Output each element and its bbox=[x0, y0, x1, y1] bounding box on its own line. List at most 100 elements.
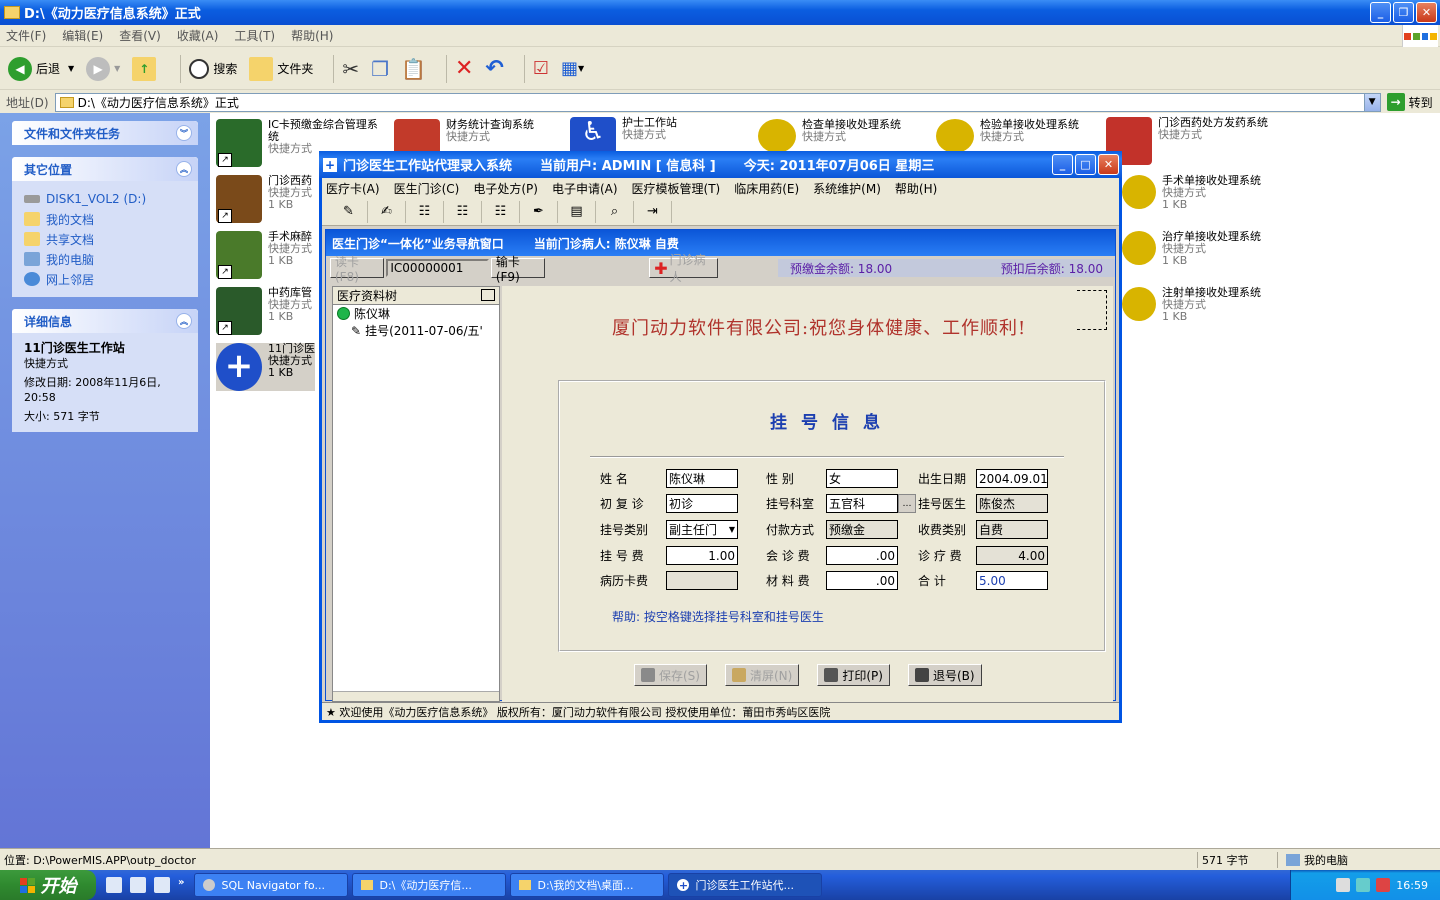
app-menu-request[interactable]: 电子申请(A) bbox=[552, 180, 618, 197]
chevron-right-icon[interactable]: » bbox=[178, 877, 184, 893]
go-button[interactable]: → 转到 bbox=[1386, 93, 1433, 111]
details-header[interactable]: 详细信息 ︽ bbox=[12, 309, 198, 333]
task-doctor-station[interactable]: + 门诊医生工作站代... bbox=[668, 873, 823, 897]
card-tool-icon[interactable]: ✍ bbox=[368, 200, 406, 223]
visit-type-field[interactable]: 初诊 bbox=[666, 494, 738, 513]
file-item[interactable]: ↗ 门诊西药处方发药系统快捷方式 bbox=[1106, 117, 1270, 165]
chevron-up-icon[interactable]: ︽ bbox=[176, 161, 192, 177]
print-button[interactable]: 打印(P) bbox=[817, 664, 890, 686]
doctor-field[interactable]: 陈俊杰 bbox=[976, 494, 1048, 513]
registration-fee-field[interactable]: 1.00 bbox=[666, 546, 738, 565]
place-my-computer[interactable]: 我的电脑 bbox=[24, 249, 186, 269]
place-network[interactable]: 网上邻居 bbox=[24, 269, 186, 289]
record-card-fee-field[interactable] bbox=[666, 571, 738, 590]
app-close-button[interactable]: ✕ bbox=[1098, 154, 1119, 175]
forward-button[interactable]: ▶ ▼ bbox=[86, 56, 120, 81]
dob-field[interactable]: 2004.09.01 bbox=[976, 469, 1048, 488]
file-item[interactable]: 检验单接收处理系统 快捷方式 bbox=[936, 119, 1079, 153]
app-menu-maintenance[interactable]: 系统维护(M) bbox=[813, 180, 881, 197]
task-sql-navigator[interactable]: SQL Navigator fo... bbox=[194, 873, 349, 897]
paste-button[interactable]: 📋 bbox=[401, 57, 426, 81]
exit-tool-icon[interactable]: ⇥ bbox=[634, 200, 672, 223]
save-button[interactable]: 保存(S) bbox=[634, 664, 707, 686]
file-item[interactable]: 检查单接收处理系统 快捷方式 bbox=[758, 119, 901, 153]
place-shared-documents[interactable]: 共享文档 bbox=[24, 229, 186, 249]
restore-button[interactable]: ❐ bbox=[1393, 2, 1414, 23]
desktop-icon[interactable] bbox=[106, 877, 122, 893]
diagnosis-fee-field[interactable]: 4.00 bbox=[976, 546, 1048, 565]
app-maximize-button[interactable]: □ bbox=[1075, 154, 1096, 175]
app-menu-template[interactable]: 医疗模板管理(T) bbox=[632, 180, 721, 197]
app-menu-prescription[interactable]: 电子处方(P) bbox=[473, 180, 538, 197]
tree-node-patient[interactable]: 陈仪琳 bbox=[333, 305, 499, 322]
list-tool-icon[interactable]: ☷ bbox=[482, 200, 520, 223]
menu-help[interactable]: 帮助(H) bbox=[291, 27, 333, 44]
file-item[interactable]: 手术单接收处理系统 快捷方式 1 KB bbox=[1122, 175, 1261, 211]
material-fee-field[interactable]: .00 bbox=[826, 571, 898, 590]
app-minimize-button[interactable]: _ bbox=[1052, 154, 1073, 175]
undo-button[interactable]: ↶ bbox=[485, 56, 503, 81]
network-icon[interactable] bbox=[1356, 878, 1371, 892]
app-menu-clinic[interactable]: 医生门诊(C) bbox=[394, 180, 460, 197]
ellipsis-button[interactable]: … bbox=[898, 494, 916, 513]
file-item[interactable]: ↗ 手术麻醉 快捷方式 1 KB bbox=[216, 231, 312, 279]
chevron-up-icon[interactable]: ︽ bbox=[176, 313, 192, 329]
file-item[interactable]: 注射单接收处理系统 快捷方式 1 KB bbox=[1122, 287, 1261, 323]
building-tool-icon[interactable]: ▤ bbox=[558, 200, 596, 223]
clinic-patient-button[interactable]: ✚ 门诊病人 bbox=[649, 253, 718, 284]
notepad-icon[interactable] bbox=[154, 877, 170, 893]
consultation-fee-field[interactable]: .00 bbox=[826, 546, 898, 565]
department-field[interactable]: 五官科 bbox=[826, 494, 898, 513]
menu-file[interactable]: 文件(F) bbox=[6, 27, 46, 44]
app-menu-help[interactable]: 帮助(H) bbox=[895, 180, 937, 197]
views-button[interactable]: ▦ ▼ bbox=[561, 58, 584, 79]
list-tool-icon[interactable]: ☷ bbox=[406, 200, 444, 223]
keyboard-icon[interactable] bbox=[1336, 878, 1351, 892]
minimize-button[interactable]: _ bbox=[1370, 2, 1391, 23]
copy-button[interactable]: ❐ bbox=[371, 57, 389, 81]
maximize-icon[interactable] bbox=[481, 289, 495, 301]
task-explorer-1[interactable]: D:\《动力医疗信... bbox=[352, 873, 507, 897]
pen-tool-icon[interactable]: ✒ bbox=[520, 200, 558, 223]
menu-edit[interactable]: 编辑(E) bbox=[62, 27, 103, 44]
read-card-button[interactable]: 读卡(F8) bbox=[330, 255, 385, 284]
folders-button[interactable]: 文件夹 bbox=[249, 56, 313, 81]
total-field[interactable]: 5.00 bbox=[976, 571, 1048, 590]
input-card-button[interactable]: 输卡(F9) bbox=[490, 255, 546, 284]
menu-tools[interactable]: 工具(T) bbox=[234, 27, 275, 44]
search-tool-icon[interactable]: ⌕ bbox=[596, 200, 634, 223]
clock[interactable]: 16:59 bbox=[1396, 879, 1428, 892]
shield-icon[interactable] bbox=[1376, 878, 1391, 892]
register-tool-icon[interactable]: ✎ bbox=[330, 200, 368, 223]
list-tool-icon[interactable]: ☷ bbox=[444, 200, 482, 223]
tree-horizontal-scrollbar[interactable] bbox=[333, 691, 499, 701]
menu-favorites[interactable]: 收藏(A) bbox=[177, 27, 219, 44]
refund-button[interactable]: 退号(B) bbox=[907, 664, 982, 686]
card-number-field[interactable]: IC00000001 bbox=[386, 259, 489, 277]
file-item-selected[interactable]: + 11门诊医 快捷方式 1 KB bbox=[216, 343, 315, 391]
name-field[interactable]: 陈仪琳 bbox=[666, 469, 738, 488]
registration-type-select[interactable]: 副主任门 ▼ bbox=[666, 520, 738, 539]
other-places-header[interactable]: 其它位置 ︽ bbox=[12, 157, 198, 181]
menu-view[interactable]: 查看(V) bbox=[119, 27, 161, 44]
payment-method-field[interactable]: 预缴金 bbox=[826, 520, 898, 539]
place-drive-d[interactable]: DISK1_VOL2 (D:) bbox=[24, 189, 186, 209]
sex-field[interactable]: 女 bbox=[826, 469, 898, 488]
ie-icon[interactable] bbox=[130, 877, 146, 893]
tree-node-registration[interactable]: ✎ 挂号(2011-07-06/五' bbox=[333, 322, 499, 339]
file-tasks-header[interactable]: 文件和文件夹任务 ︾ bbox=[12, 121, 198, 145]
file-item[interactable]: 治疗单接收处理系统 快捷方式 1 KB bbox=[1122, 231, 1261, 267]
cut-button[interactable]: ✂ bbox=[342, 57, 359, 81]
close-button[interactable]: ✕ bbox=[1416, 2, 1437, 23]
address-dropdown-icon[interactable]: ▼ bbox=[1363, 93, 1380, 111]
back-button[interactable]: ◀ 后退 ▼ bbox=[8, 56, 74, 81]
start-button[interactable]: 开始 bbox=[0, 870, 96, 900]
file-item[interactable]: ↗ 中药库管 快捷方式 1 KB bbox=[216, 287, 312, 335]
up-folder-button[interactable]: ↑ bbox=[132, 56, 160, 81]
file-item[interactable]: ↗ 门诊西药 快捷方式 1 KB bbox=[216, 175, 312, 223]
clear-button[interactable]: 清屏(N) bbox=[724, 664, 800, 686]
task-explorer-2[interactable]: D:\我的文档\桌面... bbox=[510, 873, 665, 897]
chevron-down-icon[interactable]: ︾ bbox=[176, 125, 192, 141]
fee-category-field[interactable]: 自费 bbox=[976, 520, 1048, 539]
place-my-documents[interactable]: 我的文档 bbox=[24, 209, 186, 229]
